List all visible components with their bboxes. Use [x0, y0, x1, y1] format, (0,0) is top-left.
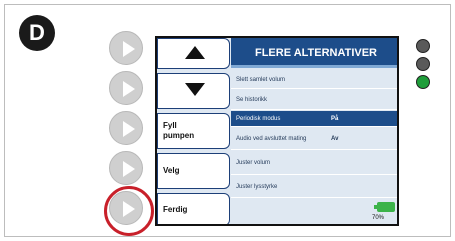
done-button[interactable]: Ferdig: [157, 193, 230, 224]
done-label: Ferdig: [163, 204, 188, 214]
soft-key-3[interactable]: [109, 111, 143, 145]
menu-item-label: Slett samlet volum: [236, 76, 286, 83]
select-label: Velg: [163, 166, 180, 175]
step-badge: D: [19, 15, 55, 51]
menu-item-label: Audio ved avsluttet mating: [236, 135, 307, 142]
select-button[interactable]: Velg: [157, 153, 230, 189]
menu-item-selected[interactable]: Periodisk modus På: [231, 111, 397, 127]
soft-key-4[interactable]: [109, 151, 143, 185]
menu-item-label: Juster volum: [236, 159, 271, 166]
battery-percent: 70%: [372, 215, 385, 221]
menu-item[interactable]: Se historikk: [231, 90, 397, 110]
play-icon: [123, 161, 135, 177]
play-icon: [123, 121, 135, 137]
play-icon: [123, 81, 135, 97]
arrow-down-icon: [185, 83, 205, 96]
scroll-down-button[interactable]: [157, 73, 230, 109]
arrow-up-icon: [185, 46, 205, 59]
soft-key-5-highlighted[interactable]: [104, 186, 154, 236]
menu-item[interactable]: Juster lysstyrke: [231, 176, 397, 198]
scroll-up-button[interactable]: [157, 38, 230, 69]
menu-item-value: Av: [331, 135, 339, 142]
instruction-frame: D Fyll pumpen Velg Ferdig FLERE ALTERNAT…: [4, 4, 451, 237]
screen-title: FLERE ALTERNATIVER: [231, 38, 397, 68]
fill-pump-label: Fyll pumpen: [163, 121, 195, 140]
play-icon: [123, 41, 135, 57]
soft-key-1[interactable]: [109, 31, 143, 65]
soft-key-2[interactable]: [109, 71, 143, 105]
battery-icon: [374, 202, 395, 212]
device-screen: Fyll pumpen Velg Ferdig FLERE ALTERNATIV…: [155, 36, 399, 226]
menu-item-label: Juster lysstyrke: [236, 183, 278, 190]
status-light-2: [416, 57, 430, 71]
fill-pump-button[interactable]: Fyll pumpen: [157, 113, 230, 149]
status-light-3: [416, 75, 430, 89]
status-light-1: [416, 39, 430, 53]
menu-item-value: På: [331, 115, 339, 122]
menu-item[interactable]: Slett samlet volum: [231, 71, 397, 89]
play-icon: [123, 201, 135, 217]
menu-item[interactable]: Audio ved avsluttet mating Av: [231, 128, 397, 150]
menu-item-label: Periodisk modus: [236, 115, 281, 122]
menu-item[interactable]: Juster volum: [231, 151, 397, 175]
menu-item-label: Se historikk: [236, 96, 268, 103]
